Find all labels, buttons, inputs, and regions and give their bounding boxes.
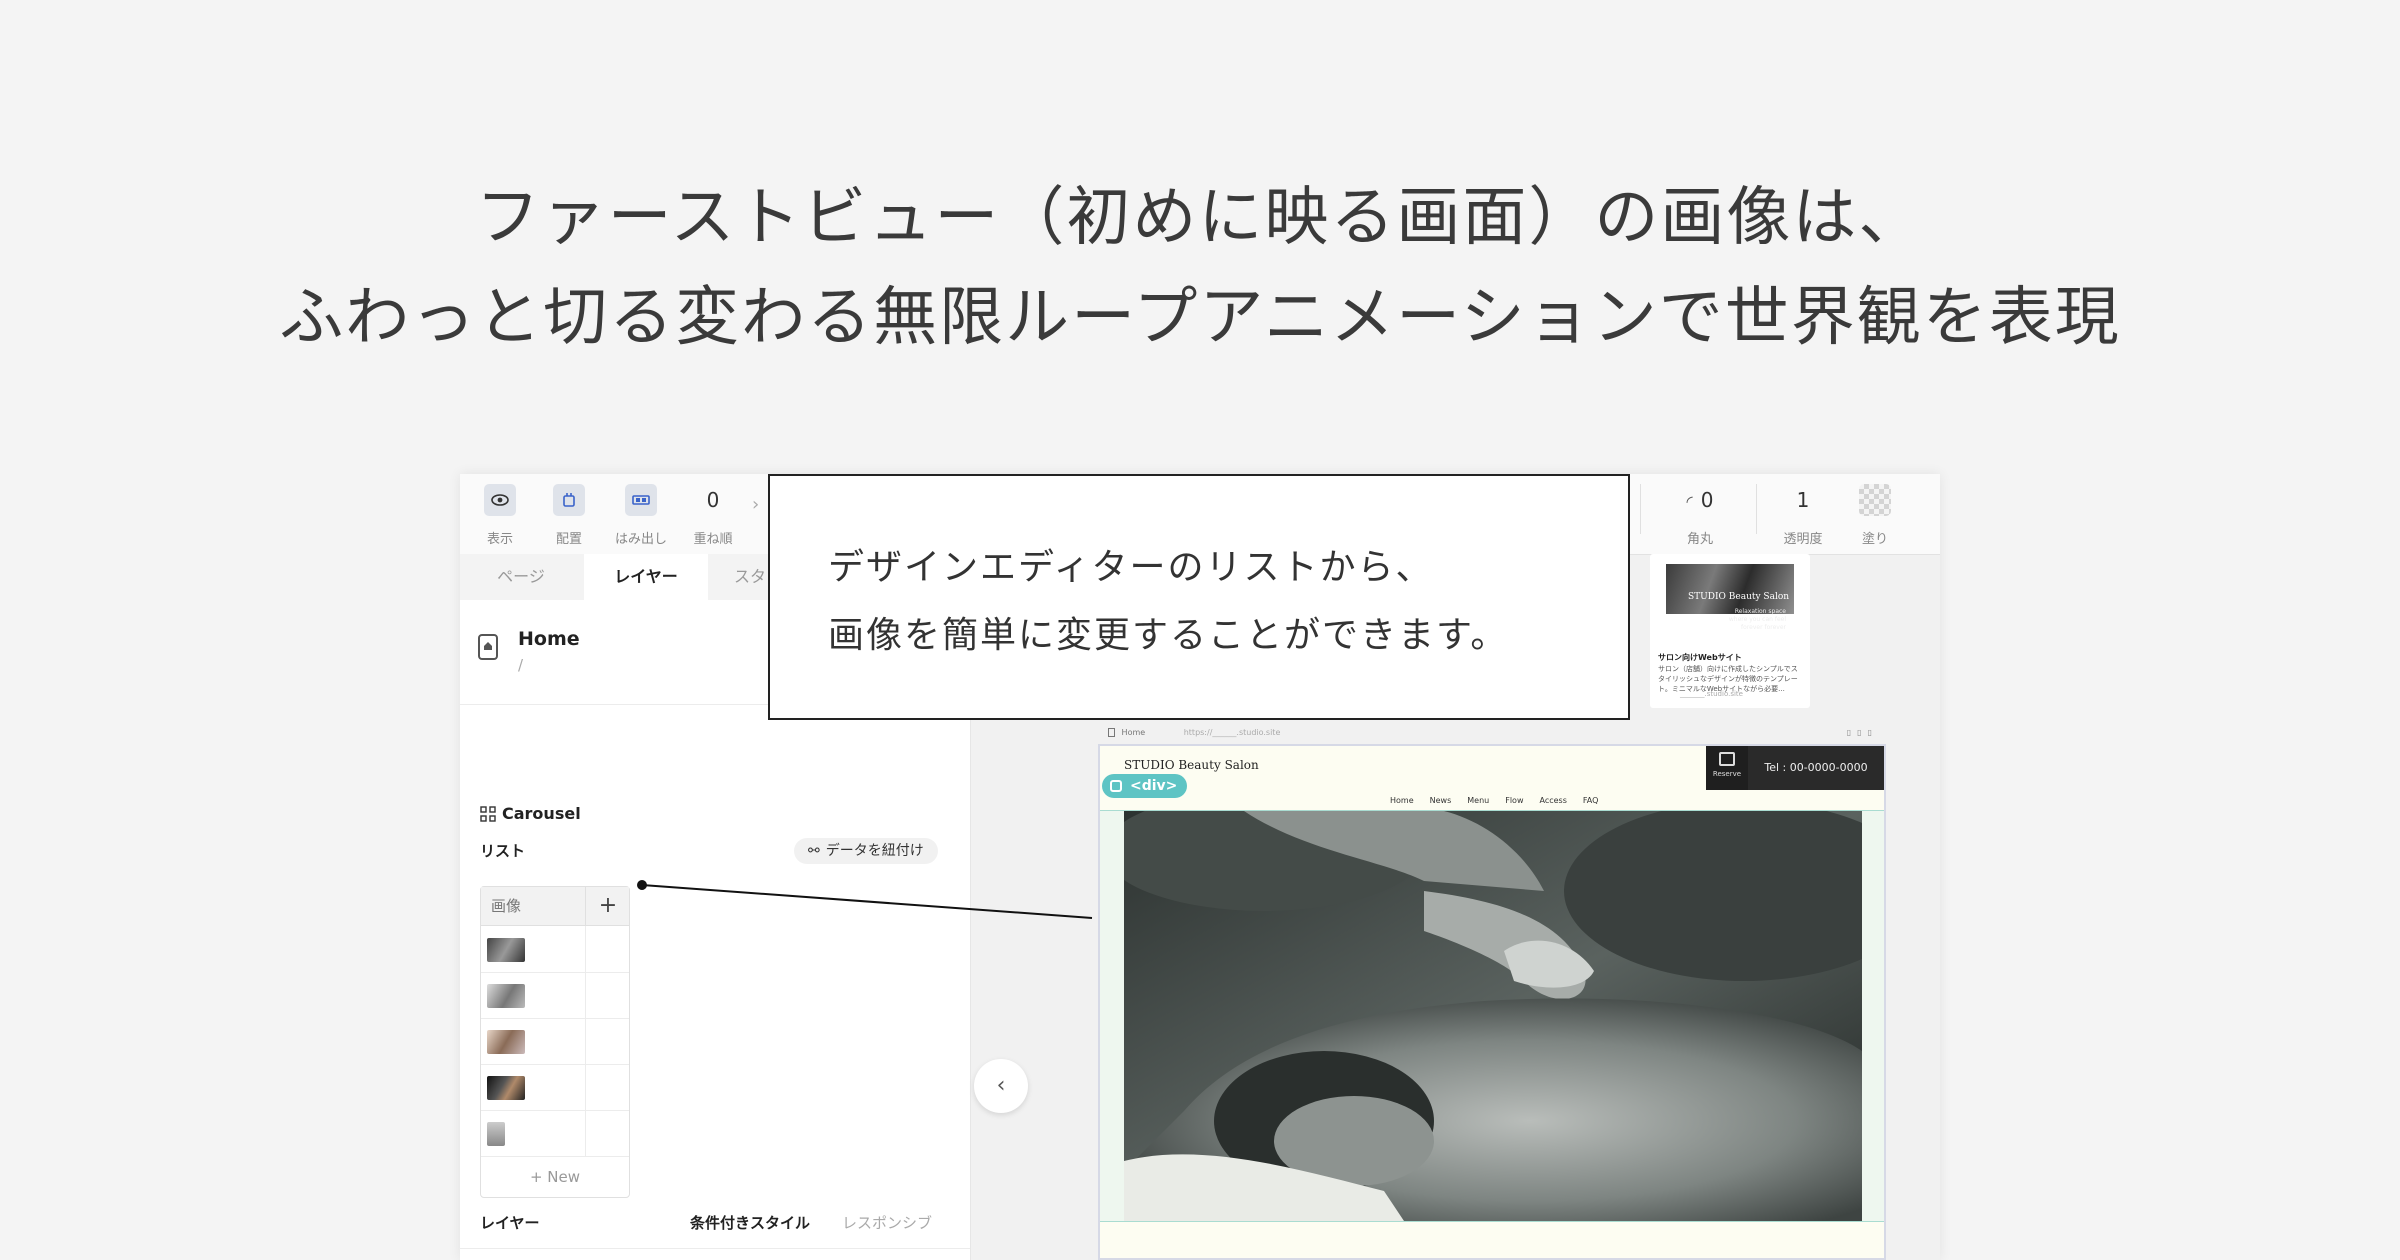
canvas-bar: Home https://______.studio.site ▯▯▯ (1108, 728, 1888, 744)
canvas-actions[interactable]: ▯▯▯ (1847, 728, 1878, 737)
overflow-label: はみ出し (614, 532, 667, 547)
layer-section-label: レイヤー (480, 1214, 540, 1232)
column-header-image: 画像 (491, 897, 522, 915)
radius-number: 0 (1700, 488, 1714, 512)
hero-carousel[interactable] (1100, 810, 1884, 1222)
radius-label: 角丸 (1686, 532, 1713, 547)
chevron-right-icon[interactable]: › (752, 494, 759, 515)
view-label: 表示 (486, 532, 513, 547)
callout-line-2: 画像を簡単に変更することができます。 (828, 615, 1509, 656)
image-thumbnail[interactable] (487, 984, 525, 1008)
site-nav-news[interactable]: News (1430, 796, 1452, 805)
opacity-label: 透明度 (1783, 532, 1823, 547)
headline-line-1: ファーストビュー（初めに映る画面）の画像は、 (475, 181, 1925, 255)
link-icon: ⚯ (808, 843, 820, 859)
radius-value: ◜ 0 (1665, 484, 1735, 516)
site-reserve-button[interactable]: Reserve (1706, 746, 1748, 790)
canvas-url: https://______.studio.site (1183, 728, 1281, 737)
template-card[interactable]: STUDIO Beauty Salon Relaxation space whe… (1650, 554, 1810, 708)
site-nav: Home News Menu Flow Access FAQ (1390, 796, 1598, 805)
corner-radius-icon: ◜ (1686, 492, 1693, 511)
home-icon (478, 634, 498, 660)
overflow-icon (625, 484, 657, 516)
stack-order-label: 重ね順 (693, 532, 733, 547)
list-table: 画像 + + New (480, 886, 630, 1198)
headline: ファーストビュー（初めに映る画面）の画像は、 ふわっと切る変わる無限ループアニメ… (0, 168, 2400, 368)
view-tool[interactable]: 表示 (465, 484, 535, 547)
add-column-button[interactable]: + (585, 887, 630, 925)
chevron-left-icon: ‹ (996, 1073, 1006, 1098)
placement-label: 配置 (555, 532, 582, 547)
list-row[interactable] (481, 1064, 629, 1111)
template-thumbnail: STUDIO Beauty Salon Relaxation space whe… (1666, 564, 1794, 631)
toolbar-divider (1756, 484, 1757, 534)
callout-line-1: デザインエディターのリストから、 (828, 547, 1434, 588)
overflow-tool[interactable]: はみ出し (606, 484, 676, 547)
new-row-button[interactable]: + New (481, 1157, 629, 1197)
bind-data-label: データを紐付け (825, 843, 924, 859)
template-thumbnail-sub: Relaxation space where you can feel fore… (1728, 608, 1786, 631)
hero-image (1124, 811, 1862, 1221)
headline-line-2: ふわっと切る変わる無限ループアニメーションで世界観を表現 (279, 281, 2121, 355)
list-row[interactable] (481, 1110, 629, 1157)
page-title: Home (518, 628, 580, 650)
image-thumbnail[interactable] (487, 1030, 525, 1054)
fill-label: 塗り (1861, 532, 1888, 547)
carousel-label: Carousel (502, 804, 581, 823)
grid-icon (480, 805, 496, 822)
carousel-item[interactable]: Carousel (480, 804, 581, 823)
eye-icon (484, 484, 516, 516)
site-nav-access[interactable]: Access (1539, 796, 1566, 805)
site-nav-home[interactable]: Home (1390, 796, 1414, 805)
site-preview[interactable]: STUDIO Beauty Salon Reserve Tel : 00-000… (1098, 744, 1886, 1260)
calendar-icon (1719, 752, 1735, 766)
tab-page[interactable]: ページ (460, 554, 582, 600)
page-path: / (518, 656, 524, 674)
site-reserve-label: Reserve (1712, 770, 1742, 778)
stack-order-tool[interactable]: 0 重ね順 (678, 484, 748, 547)
site-nav-faq[interactable]: FAQ (1583, 796, 1599, 805)
bind-data-button[interactable]: ⚯ データを紐付け (794, 838, 938, 864)
callout-box: デザインエディターのリストから、 画像を簡単に変更することができます。 (768, 474, 1630, 720)
site-tel[interactable]: Tel : 00-0000-0000 (1748, 746, 1884, 790)
selected-element-tag[interactable]: <div> (1102, 774, 1188, 798)
placement-tool[interactable]: 配置 (534, 484, 604, 547)
site-brand[interactable]: STUDIO Beauty Salon (1124, 758, 1259, 772)
conditional-style-tab[interactable]: 条件付きスタイル (690, 1212, 810, 1233)
element-icon (1110, 780, 1122, 792)
stack-order-value: 0 (706, 488, 720, 512)
toolbar-divider (1640, 484, 1641, 534)
selected-element-label: <div> (1130, 778, 1178, 794)
responsive-tab[interactable]: レスポンシブ (842, 1212, 932, 1233)
canvas-page-name: Home (1121, 728, 1146, 737)
list-label: リスト (480, 842, 526, 860)
image-thumbnail[interactable] (487, 1076, 525, 1100)
image-thumbnail[interactable] (487, 1122, 505, 1146)
site-nav-flow[interactable]: Flow (1505, 796, 1523, 805)
placement-icon (553, 484, 585, 516)
collapse-panel-button[interactable]: ‹ (974, 1059, 1028, 1113)
list-row[interactable] (481, 972, 629, 1019)
list-row[interactable] (481, 1018, 629, 1065)
opacity-value: 1 (1796, 488, 1810, 512)
template-thumbnail-title: STUDIO Beauty Salon (1688, 592, 1790, 602)
tab-layer[interactable]: レイヤー (584, 554, 708, 600)
opacity-tool[interactable]: 1 透明度 (1768, 484, 1838, 547)
transparent-fill-icon (1859, 484, 1891, 516)
divider (460, 1248, 970, 1249)
list-table-header: 画像 + (481, 887, 629, 926)
image-thumbnail[interactable] (487, 938, 525, 962)
page-icon (1108, 728, 1115, 737)
template-url: _______.studio.site (1680, 690, 1743, 698)
site-nav-menu[interactable]: Menu (1467, 796, 1489, 805)
template-title: サロン向けWebサイト (1658, 653, 1742, 662)
radius-tool[interactable]: ◜ 0 角丸 (1665, 484, 1735, 547)
fill-tool[interactable]: 塗り (1840, 484, 1910, 547)
list-row[interactable] (481, 926, 629, 973)
